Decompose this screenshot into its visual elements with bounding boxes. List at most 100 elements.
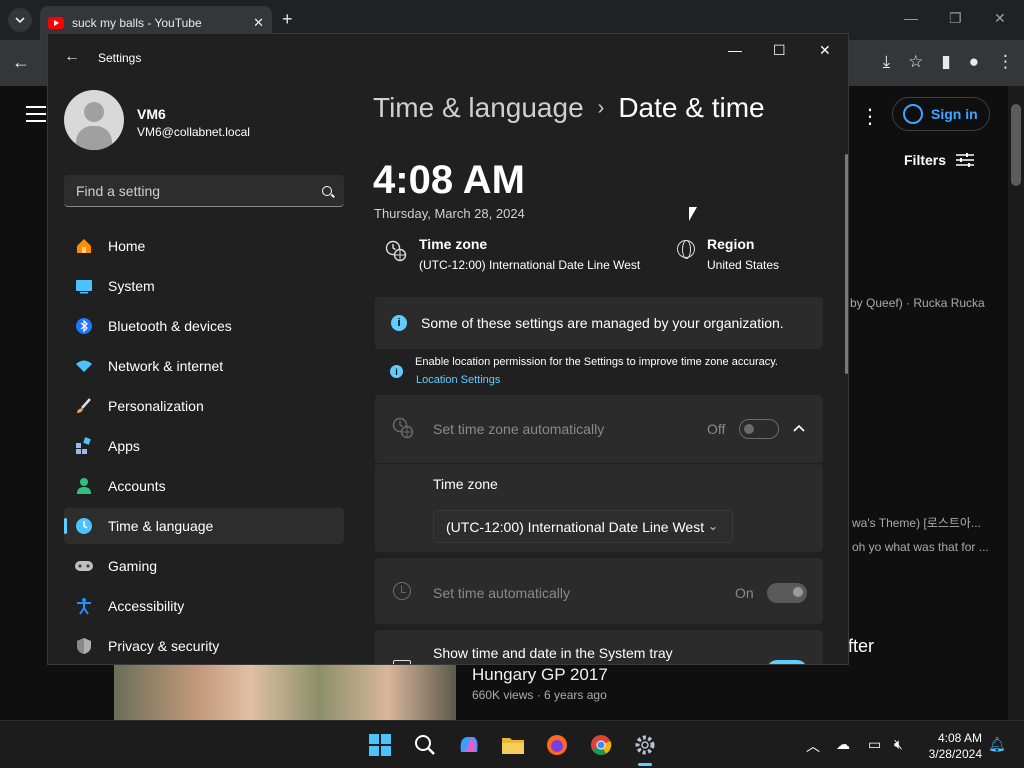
region-tile: Region United States (677, 236, 779, 272)
breadcrumb: Time & language › Date & time (373, 92, 765, 124)
onedrive-cloud-icon[interactable]: ☁ (836, 736, 850, 753)
search-icon[interactable] (322, 185, 332, 196)
nav-item-time-language[interactable]: Time & language (64, 508, 344, 544)
network-icon[interactable]: ▭ (868, 736, 881, 753)
profile-email: VM6@collabnet.local (137, 125, 250, 139)
page-scrollbar-thumb[interactable] (1011, 104, 1021, 186)
side-panel-icon[interactable]: ▮ (941, 52, 950, 72)
nav-item-gaming[interactable]: Gaming (64, 548, 344, 584)
chevron-up-icon[interactable]: ︿ (806, 736, 820, 756)
time-zone-dropdown-value: (UTC-12:00) International Date Line West (446, 518, 705, 535)
settings-maximize-icon[interactable]: ☐ (773, 42, 786, 59)
video-snippet[interactable]: oh yo what was that for ... (852, 540, 989, 554)
settings-titlebar: ← Settings — ☐ ✕ (48, 34, 848, 82)
avatar[interactable] (64, 90, 124, 150)
auto-timezone-card: Set time zone automatically Off (375, 395, 823, 463)
nav-item-apps[interactable]: Apps (64, 428, 344, 464)
youtube-filters-button[interactable]: Filters (904, 152, 975, 168)
managed-notice-text: Some of these settings are managed by yo… (421, 315, 784, 331)
bookmark-star-icon[interactable]: ☆ (908, 52, 923, 72)
copilot-icon[interactable] (457, 733, 481, 757)
wifi-icon (74, 356, 94, 376)
settings-minimize-icon[interactable]: — (728, 42, 742, 58)
browser-minimize-icon[interactable]: — (904, 10, 918, 26)
time-zone-auto-icon (392, 417, 414, 439)
nav-item-label: Apps (108, 438, 140, 454)
current-time: 4:08 AM (373, 158, 525, 202)
search-icon[interactable] (413, 733, 437, 757)
nav-item-home[interactable]: Home (64, 228, 344, 264)
settings-window: ← Settings — ☐ ✕ VM6 VM6@collabnet.local… (47, 33, 849, 665)
video-snippet[interactable]: wa's Theme) [로스트아... (852, 514, 981, 531)
browser-menu-icon[interactable]: ⋮ (997, 52, 1014, 72)
notification-bell-icon[interactable]: 🔔︎ (988, 736, 1006, 753)
download-icon[interactable]: ⤓ (883, 52, 891, 72)
browser-restore-icon[interactable]: ❐ (949, 10, 962, 27)
nav-item-bluetooth[interactable]: Bluetooth & devices (64, 308, 344, 344)
nav-item-privacy[interactable]: Privacy & security (64, 628, 344, 664)
chrome-icon[interactable] (589, 733, 613, 757)
account-circle-icon (903, 104, 923, 124)
taskbar-date: 3/28/2024 (928, 747, 982, 761)
taskbar-clock[interactable]: 4:08 AM 3/28/2024 (926, 730, 982, 762)
systray-toggle[interactable] (767, 660, 807, 664)
brush-icon (74, 396, 94, 416)
page-scrollbar[interactable] (1008, 86, 1024, 720)
sign-in-label: Sign in (931, 106, 978, 122)
video-thumbnail[interactable] (114, 664, 456, 720)
settings-scrollbar[interactable] (845, 154, 848, 374)
browser-close-icon[interactable]: ✕ (994, 10, 1006, 27)
location-settings-link[interactable]: Location Settings (416, 374, 500, 386)
location-info-icon: i (390, 365, 403, 378)
settings-back-icon[interactable]: ← (64, 48, 80, 66)
file-explorer-icon[interactable] (501, 733, 525, 757)
firefox-icon[interactable] (545, 733, 569, 757)
windows-start-icon[interactable] (368, 733, 392, 757)
tab-search-button[interactable] (8, 8, 32, 32)
auto-timezone-label: Set time zone automatically (433, 421, 605, 437)
settings-gear-icon[interactable] (633, 733, 657, 757)
settings-close-icon[interactable]: ✕ (819, 42, 831, 59)
auto-time-state: On (735, 585, 754, 601)
nav-item-label: Personalization (108, 398, 204, 414)
youtube-more-icon[interactable]: ⋮ (860, 104, 880, 129)
nav-item-network[interactable]: Network & internet (64, 348, 344, 384)
taskbar-time: 4:08 AM (937, 731, 982, 745)
nav-item-system[interactable]: System (64, 268, 344, 304)
nav-item-personalization[interactable]: Personalization (64, 388, 344, 424)
auto-timezone-toggle[interactable] (739, 419, 779, 439)
settings-search-box[interactable] (64, 175, 344, 207)
nav-item-label: Accounts (108, 478, 166, 494)
settings-nav: Home System Bluetooth & devices Network … (64, 228, 344, 664)
breadcrumb-parent[interactable]: Time & language (373, 92, 584, 124)
new-tab-button[interactable]: + (282, 9, 293, 30)
volume-muted-icon[interactable]: 🔇︎ (894, 736, 903, 753)
time-language-icon (74, 516, 94, 536)
auto-timezone-state: Off (707, 421, 726, 437)
video-title[interactable]: Hungary GP 2017 (472, 665, 608, 685)
close-tab-icon[interactable]: ✕ (253, 15, 264, 31)
nav-item-label: Accessibility (108, 598, 185, 614)
nav-item-accounts[interactable]: Accounts (64, 468, 344, 504)
nav-item-label: System (108, 278, 155, 294)
filters-label: Filters (904, 152, 947, 168)
home-icon (74, 236, 94, 256)
accounts-icon (74, 476, 94, 496)
youtube-menu-icon[interactable] (26, 106, 46, 127)
youtube-favicon-icon (48, 17, 64, 29)
nav-item-accessibility[interactable]: Accessibility (64, 588, 344, 624)
time-zone-clock-icon (385, 240, 407, 262)
browser-toolbar-icons: ⤓ ☆ ▮ ● ⋮ (883, 52, 1014, 72)
time-zone-dropdown[interactable]: (UTC-12:00) International Date Line West… (433, 510, 733, 543)
profile-icon[interactable]: ● (969, 52, 979, 72)
video-snippet[interactable]: by Queef) · Rucka Rucka (850, 296, 985, 310)
search-input[interactable] (76, 182, 322, 199)
youtube-sign-in-button[interactable]: Sign in (892, 97, 990, 131)
video-snippet[interactable]: fter (848, 636, 874, 657)
chevron-up-icon[interactable] (792, 423, 806, 433)
location-notice-text: Enable location permission for the Setti… (415, 356, 778, 368)
region-tile-value: United States (707, 258, 780, 272)
auto-time-toggle[interactable] (767, 583, 807, 603)
auto-time-label: Set time automatically (433, 585, 570, 601)
browser-back-icon[interactable]: ← (12, 52, 30, 73)
